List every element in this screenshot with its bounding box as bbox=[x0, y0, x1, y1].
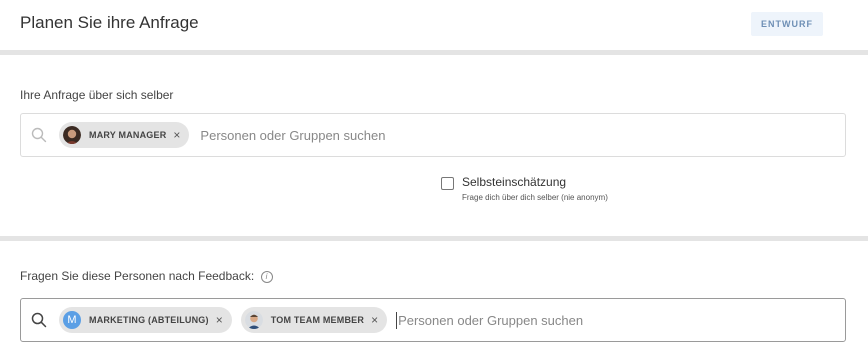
search-icon bbox=[31, 127, 47, 143]
avatar bbox=[63, 126, 81, 144]
chip-label: MARY MANAGER bbox=[89, 130, 167, 140]
feedback-search-field[interactable]: M MARKETING (ABTEILUNG) × TOM TEAM MEMBE… bbox=[20, 298, 846, 342]
self-request-section: Ihre Anfrage über sich selber MARY MANAG… bbox=[0, 55, 868, 236]
self-request-label: Ihre Anfrage über sich selber bbox=[20, 88, 174, 102]
search-icon bbox=[31, 312, 47, 328]
feedback-request-section: Fragen Sie diese Personen nach Feedback:… bbox=[0, 241, 868, 355]
self-assessment-hint: Frage dich über dich selber (nie anonym) bbox=[462, 193, 608, 202]
chip-label: MARKETING (ABTEILUNG) bbox=[89, 315, 209, 325]
remove-chip-icon[interactable]: × bbox=[216, 313, 223, 327]
avatar bbox=[244, 311, 263, 329]
text-cursor bbox=[396, 311, 398, 329]
self-search-field[interactable]: MARY MANAGER × Personen oder Gruppen suc… bbox=[20, 113, 846, 157]
search-placeholder: Personen oder Gruppen suchen bbox=[200, 127, 386, 143]
self-assessment-checkbox[interactable] bbox=[441, 177, 454, 190]
self-assessment-option[interactable]: Selbsteinschätzung Frage dich über dich … bbox=[441, 175, 608, 202]
remove-chip-icon[interactable]: × bbox=[173, 128, 180, 142]
chip-tom-team-member: TOM TEAM MEMBER × bbox=[240, 307, 388, 333]
feedback-label-text: Fragen Sie diese Personen nach Feedback: bbox=[20, 269, 255, 283]
remove-chip-icon[interactable]: × bbox=[371, 313, 378, 327]
status-badge: ENTWURF bbox=[751, 12, 823, 36]
group-avatar: M bbox=[63, 311, 81, 329]
search-placeholder: Personen oder Gruppen suchen bbox=[398, 312, 584, 328]
header: Planen Sie ihre Anfrage ENTWURF bbox=[0, 0, 868, 50]
feedback-label: Fragen Sie diese Personen nach Feedback:… bbox=[20, 269, 273, 283]
self-assessment-label: Selbsteinschätzung bbox=[462, 175, 567, 189]
page-title: Planen Sie ihre Anfrage bbox=[20, 13, 199, 32]
chip-mary-manager: MARY MANAGER × bbox=[59, 122, 190, 148]
info-icon[interactable]: i bbox=[260, 271, 273, 283]
chip-label: TOM TEAM MEMBER bbox=[270, 315, 365, 325]
chip-marketing: M MARKETING (ABTEILUNG) × bbox=[59, 307, 232, 333]
